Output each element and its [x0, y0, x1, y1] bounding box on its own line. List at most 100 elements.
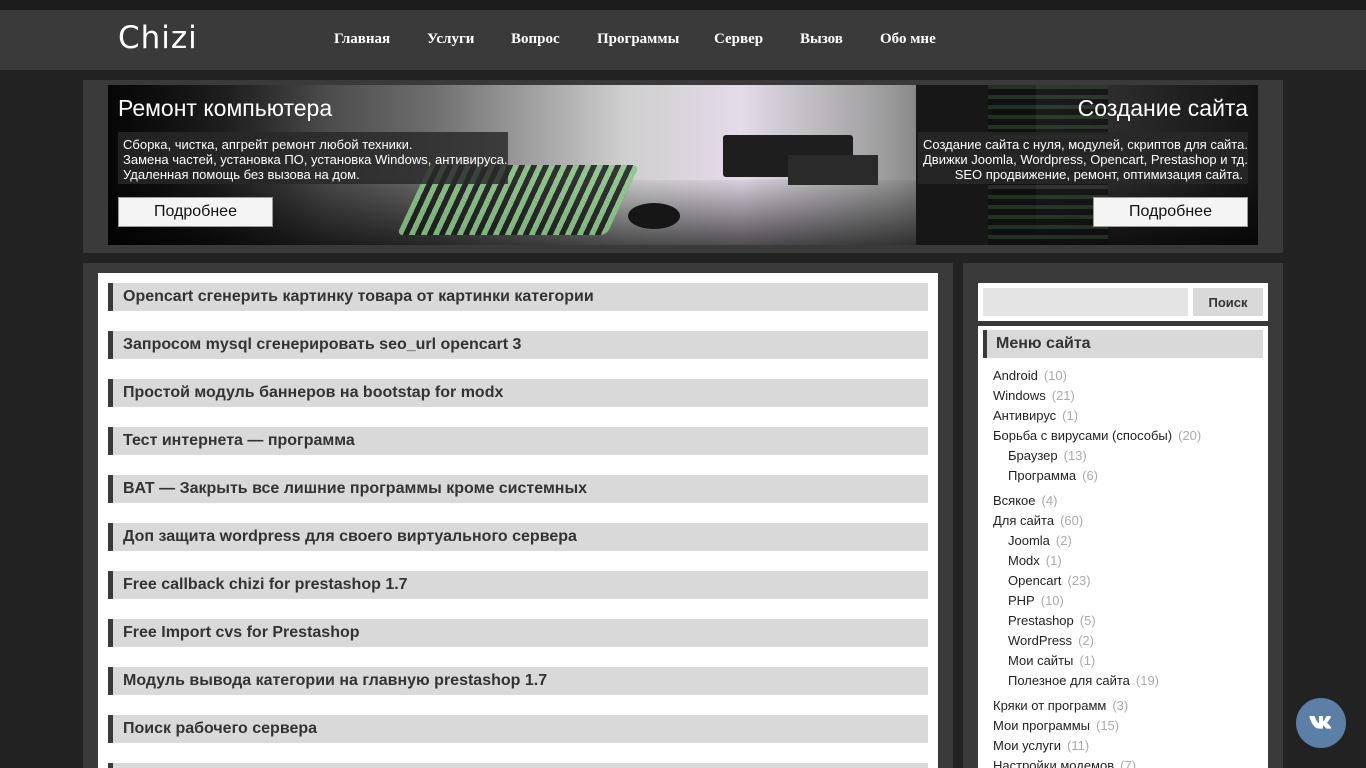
category-count: (1) — [1045, 553, 1062, 568]
vk-button[interactable] — [1296, 698, 1346, 748]
category-count: (1) — [1079, 653, 1096, 668]
banner-section: Ремонт компьютера Сборка, чистка, апгрей… — [83, 80, 1283, 253]
category-item[interactable]: Opencart (23) — [1008, 573, 1091, 589]
category-count: (2) — [1055, 533, 1072, 548]
category-count: (20) — [1178, 428, 1202, 443]
category-name[interactable]: PHP — [1008, 593, 1035, 608]
banner-left-title: Ремонт компьютера — [118, 95, 333, 121]
top-strip — [0, 0, 1366, 10]
category-count: (23) — [1067, 573, 1091, 588]
category-count: (1) — [1062, 408, 1079, 423]
post-title[interactable]: Модуль вывода категории на главную prest… — [108, 667, 928, 695]
site-logo[interactable]: Chizi — [118, 20, 198, 56]
category-item[interactable]: Программа (6) — [1008, 468, 1098, 484]
category-name[interactable]: Joomla — [1008, 533, 1050, 548]
category-count: (15) — [1096, 718, 1120, 733]
category-name[interactable]: Мои сайты — [1008, 653, 1073, 668]
category-item[interactable]: Joomla (2) — [1008, 533, 1072, 549]
post-title[interactable]: Запросом mysql сгенерировать seo_url ope… — [108, 331, 928, 359]
post-list: Opencart сгенерить картинку товара от ка… — [98, 273, 938, 768]
site-menu: Меню сайта Android (10) Windows (21) Антивир… — [978, 326, 1268, 768]
category-name[interactable]: Браузер — [1008, 448, 1058, 463]
post-title[interactable]: Простой модуль баннеров на bootstap for … — [108, 379, 928, 407]
category-name[interactable]: Modx — [1008, 553, 1040, 568]
search-form: Поиск — [978, 283, 1268, 321]
category-name[interactable]: Мои услуги — [993, 738, 1061, 753]
category-item[interactable]: Modx (1) — [1008, 553, 1062, 569]
category-count: (21) — [1051, 388, 1075, 403]
category-name[interactable]: Антивирус — [993, 408, 1056, 423]
category-item[interactable]: Браузер (13) — [1008, 448, 1087, 464]
category-name[interactable]: Prestashop — [1008, 613, 1074, 628]
category-count: (5) — [1079, 613, 1096, 628]
category-item[interactable]: Мои услуги (11) — [993, 738, 1089, 754]
category-item[interactable]: WordPress (2) — [1008, 633, 1094, 649]
sidebar: Поиск Меню сайта Android (10) Windows (21) А… — [963, 263, 1283, 768]
nav-item-question[interactable]: Вопрос — [511, 31, 560, 48]
category-name[interactable]: Программа — [1008, 468, 1076, 483]
vk-icon — [1309, 716, 1332, 729]
category-item[interactable]: Борьба с вирусами (способы) (20) — [993, 428, 1201, 444]
post-title[interactable]: Тест интернета — программа — [108, 427, 928, 455]
category-name[interactable]: Android — [993, 368, 1038, 383]
category-name[interactable]: Настройки модемов — [993, 758, 1114, 768]
banner-left-more-button[interactable]: Подробнее — [118, 197, 273, 227]
category-count: (2) — [1078, 633, 1094, 648]
category-count: (10) — [1043, 368, 1067, 383]
post-title[interactable]: Поиск рабочего сервера — [108, 715, 928, 743]
post-title-partial[interactable] — [108, 763, 928, 768]
category-count: (7) — [1120, 758, 1137, 768]
mouse-illustration — [628, 203, 680, 229]
category-count: (6) — [1082, 468, 1099, 483]
category-item[interactable]: Полезное для сайта (19) — [1008, 673, 1159, 689]
category-item[interactable]: Всякое (4) — [993, 493, 1057, 509]
nav-item-server[interactable]: Сервер — [714, 31, 763, 48]
nav-item-about[interactable]: Обо мне — [880, 31, 936, 48]
nav-item-home[interactable]: Главная — [334, 31, 390, 48]
category-count: (13) — [1063, 448, 1087, 463]
category-count: (4) — [1041, 493, 1058, 508]
category-name[interactable]: Для сайта — [993, 513, 1054, 528]
nav-item-call[interactable]: Вызов — [800, 31, 843, 48]
category-count: (10) — [1040, 593, 1064, 608]
category-name[interactable]: Windows — [993, 388, 1046, 403]
category-name[interactable]: Мои программы — [993, 718, 1090, 733]
category-item[interactable]: Мои сайты (1) — [1008, 653, 1095, 669]
category-item[interactable]: PHP (10) — [1008, 593, 1064, 609]
banner-right-more-button[interactable]: Подробнее — [1093, 197, 1248, 227]
category-item[interactable]: Windows (21) — [993, 388, 1075, 404]
search-button[interactable]: Поиск — [1193, 288, 1263, 316]
nav-item-programs[interactable]: Программы — [597, 31, 679, 48]
post-title[interactable]: Free Import cvs for Prestashop — [108, 619, 928, 647]
category-item[interactable]: Мои программы (15) — [993, 718, 1119, 734]
main-content: Opencart сгенерить картинку товара от ка… — [83, 263, 953, 768]
banner-right-description: Создание сайта с нуля, модулей, скриптов… — [918, 132, 1248, 184]
category-count: (3) — [1112, 698, 1129, 713]
category-name[interactable]: Кряки от программ — [993, 698, 1106, 713]
category-item[interactable]: Android (10) — [993, 368, 1067, 384]
category-count: (19) — [1135, 673, 1160, 688]
header: Chizi Главная Услуги Вопрос Программы Се… — [0, 10, 1366, 70]
category-item[interactable]: Кряки от программ (3) — [993, 698, 1128, 714]
banner-image: Ремонт компьютера Сборка, чистка, апгрей… — [108, 85, 1258, 245]
category-name[interactable]: Opencart — [1008, 573, 1061, 588]
post-title[interactable]: Доп защита wordpress для своего виртуаль… — [108, 523, 928, 551]
category-name[interactable]: WordPress — [1008, 633, 1072, 648]
menu-title: Меню сайта — [983, 330, 1263, 358]
category-item[interactable]: Prestashop (5) — [1008, 613, 1096, 629]
banner-left-description: Сборка, чистка, апгрейт ремонт любой тех… — [118, 132, 508, 184]
post-title[interactable]: Opencart сгенерить картинку товара от ка… — [108, 283, 928, 311]
category-item[interactable]: Настройки модемов (7) — [993, 758, 1136, 768]
banner-right-title: Создание сайта — [1077, 95, 1248, 121]
category-count: (11) — [1067, 738, 1090, 753]
nav-item-services[interactable]: Услуги — [427, 31, 474, 48]
category-name[interactable]: Борьба с вирусами (способы) — [993, 428, 1172, 443]
post-title[interactable]: BAT — Закрыть все лишние программы кроме… — [108, 475, 928, 503]
post-title[interactable]: Free callback chizi for prestashop 1.7 — [108, 571, 928, 599]
category-item[interactable]: Для сайта (60) — [993, 513, 1083, 529]
category-item[interactable]: Антивирус (1) — [993, 408, 1078, 424]
category-name[interactable]: Всякое — [993, 493, 1036, 508]
search-input[interactable] — [983, 288, 1188, 316]
category-name[interactable]: Полезное для сайта — [1008, 673, 1130, 688]
category-count: (60) — [1060, 513, 1084, 528]
